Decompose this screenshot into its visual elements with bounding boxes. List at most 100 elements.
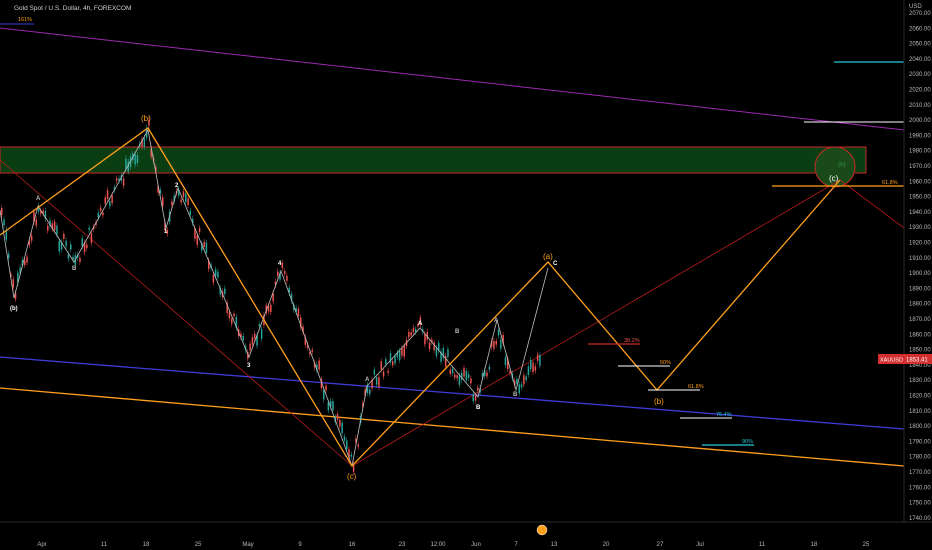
candle-body: [3, 219, 5, 226]
candle-body: [493, 340, 495, 349]
candle-body: [242, 335, 244, 341]
candle-body: [378, 377, 380, 388]
fib-label-382: 38.2%: [624, 338, 640, 344]
candle-body: [428, 342, 431, 350]
candle-body: [463, 367, 465, 377]
candle-body: [53, 221, 56, 231]
price-tick-label: 2060.00: [909, 26, 931, 32]
candle-body: [162, 197, 164, 206]
candle-body: [189, 210, 192, 215]
candle-body: [217, 271, 219, 278]
price-tick-label: 2020.00: [909, 88, 931, 94]
candle-body: [385, 359, 387, 365]
candle-body: [424, 333, 426, 345]
candle-body: [116, 178, 118, 181]
candle-body: [527, 366, 530, 375]
price-tick-label: 1990.00: [909, 133, 931, 139]
author-logo-icon[interactable]: [536, 524, 548, 536]
wave-label-a-target: (a): [543, 252, 553, 261]
candle-body: [249, 343, 251, 351]
price-tick-label: 2000.00: [909, 118, 931, 124]
price-tick-label: 2010.00: [909, 103, 931, 109]
time-tick-label: Jul: [696, 542, 704, 548]
price-tick-label: 1850.00: [909, 348, 931, 354]
candle-body: [212, 274, 215, 283]
price-tick-label: 1820.00: [909, 394, 931, 400]
symbol-badge-label: XAUUSD: [880, 358, 903, 364]
candle-body: [231, 318, 233, 324]
candle-body: [532, 362, 534, 372]
price-tick-label: 1930.00: [909, 225, 931, 231]
wave-label-A1: A: [36, 196, 41, 202]
candle-body: [79, 257, 81, 263]
wave-label-A3: A: [418, 321, 423, 327]
candle-body: [394, 356, 396, 364]
wave-label-b-top: (b): [141, 114, 151, 123]
candle-body: [122, 178, 125, 186]
candle-body: [283, 270, 286, 275]
wave-label-c-low: (c): [347, 472, 357, 481]
fib-label-90: 90%: [742, 439, 753, 445]
candle-body: [382, 371, 385, 377]
wave-label-b-bottom: (b): [10, 306, 18, 312]
candle-body: [24, 260, 26, 266]
chart-area[interactable]: Gold Spot / U.S. Dollar, 4h, FOREXCOM (b…: [0, 0, 932, 550]
price-tick-label: 1960.00: [909, 179, 931, 185]
candle-body: [530, 359, 532, 369]
wave-label-A4: A: [494, 318, 499, 324]
time-tick-label: May: [242, 542, 253, 548]
candle-body: [7, 253, 10, 259]
price-tick-label: 1750.00: [909, 501, 931, 507]
candle-body: [35, 219, 37, 226]
candle-body: [350, 454, 353, 457]
candle-body: [346, 440, 348, 450]
price-tick-label: 2070.00: [909, 11, 931, 17]
price-tick-label: 1780.00: [909, 455, 931, 461]
wave-label-B2: B: [476, 405, 481, 411]
candle-body: [500, 339, 502, 349]
price-chart[interactable]: Gold Spot / U.S. Dollar, 4h, FOREXCOM (b…: [0, 0, 932, 550]
price-tick-label: 1910.00: [909, 256, 931, 262]
candle-body: [525, 376, 527, 381]
wave-label-b-target: (b): [654, 397, 664, 406]
price-tick-label: 1870.00: [909, 317, 931, 323]
fib-label-50: 50%: [660, 360, 671, 366]
candle-body: [136, 155, 139, 163]
candle-body: [357, 444, 359, 447]
chart-title: Gold Spot / U.S. Dollar, 4h, FOREXCOM: [14, 5, 131, 12]
candle-body: [380, 361, 382, 370]
candle-body: [277, 271, 279, 276]
price-tick-label: 1980.00: [909, 149, 931, 155]
candle-body: [70, 244, 72, 250]
candle-body: [387, 370, 389, 373]
candle-body: [205, 242, 208, 253]
candle-body: [233, 313, 235, 317]
candle-body: [539, 355, 541, 366]
candle-body: [171, 201, 173, 205]
price-tick-label: 1760.00: [909, 485, 931, 491]
time-tick-label: 16: [349, 542, 356, 548]
candle-body: [341, 422, 343, 434]
time-tick-label: 12:00: [430, 542, 446, 548]
time-tick-label: 27: [657, 542, 664, 548]
price-badge-value: 1853.41: [906, 358, 928, 364]
candle-body: [143, 137, 146, 147]
candle-body: [454, 374, 456, 378]
candle-body: [203, 241, 205, 248]
candle-body: [102, 212, 104, 216]
candle-body: [318, 360, 320, 370]
candle-body: [523, 375, 525, 385]
price-tick-label: 1970.00: [909, 164, 931, 170]
fib-label-618-low: 61.8%: [688, 384, 704, 390]
candle-body: [134, 154, 136, 165]
price-tick-label: 1860.00: [909, 332, 931, 338]
candle-body: [198, 228, 201, 233]
candle-body: [325, 385, 327, 391]
candle-body: [435, 347, 438, 357]
candle-body: [343, 436, 346, 441]
candle-body: [30, 235, 33, 241]
candle-body: [392, 361, 394, 366]
candle-body: [258, 324, 261, 327]
candle-body: [339, 419, 341, 427]
wave-label-C1: C: [553, 261, 558, 267]
